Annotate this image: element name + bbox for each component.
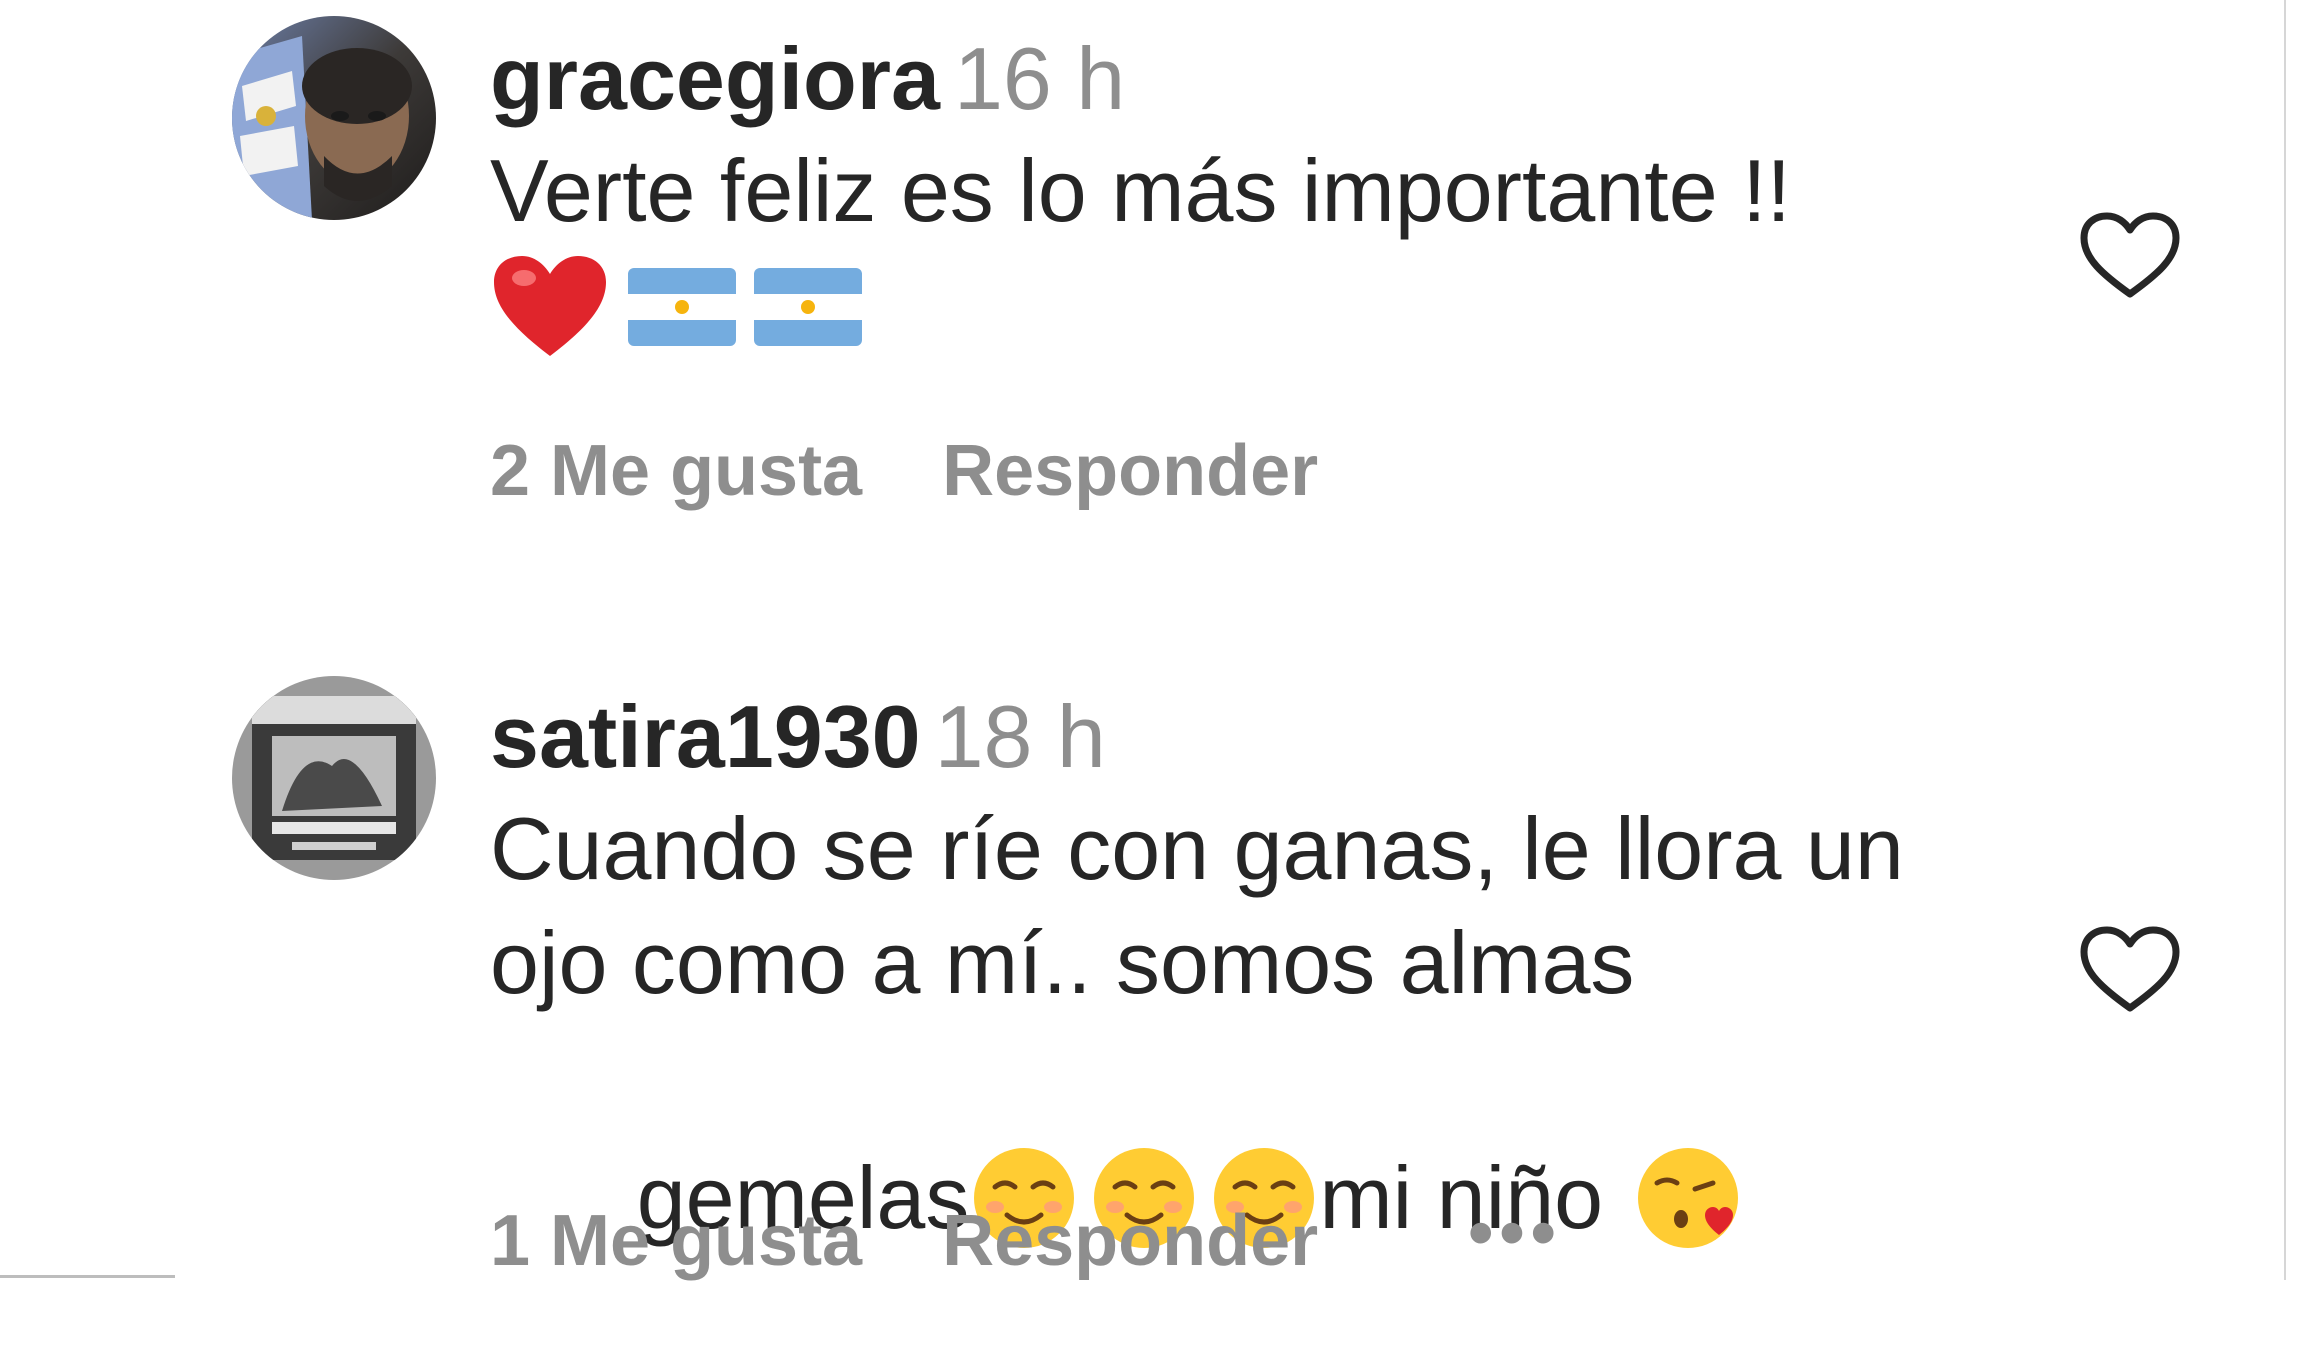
avatar-image xyxy=(232,676,436,880)
red-heart-icon xyxy=(494,256,606,356)
comment-text-line: gemelas mi niño xyxy=(490,1020,2050,1369)
reply-button[interactable]: Responder xyxy=(942,1200,1318,1282)
argentina-flag-icon xyxy=(628,268,736,346)
comment-text-line: Cuando se ríe con ganas, le llora un xyxy=(490,799,1904,898)
comment-header: gracegiora 16 h xyxy=(490,24,2050,134)
avatar[interactable] xyxy=(232,16,436,220)
like-heart-icon[interactable] xyxy=(2078,210,2182,302)
like-heart-icon[interactable] xyxy=(2078,924,2182,1016)
comment-username[interactable]: satira1930 xyxy=(490,687,921,786)
avatar-image xyxy=(232,16,436,220)
comment-actions: 1 Me gusta Responder ••• xyxy=(490,1193,1562,1282)
comment-actions: 2 Me gusta Responder xyxy=(490,430,1318,512)
comment-time[interactable]: 16 h xyxy=(954,29,1125,128)
likes-count-button[interactable]: 1 Me gusta xyxy=(490,1200,862,1282)
argentina-flag-icon xyxy=(754,268,862,346)
more-options-icon[interactable]: ••• xyxy=(1468,1192,1562,1274)
comment-text: Verte feliz es lo más importante !! xyxy=(490,141,1792,240)
kissing-heart-face-icon xyxy=(1638,1147,1739,1248)
comment-header: satira1930 18 h xyxy=(490,682,2050,792)
comment-emojis xyxy=(490,252,2050,362)
right-panel-edge xyxy=(2284,0,2300,1280)
reply-button[interactable]: Responder xyxy=(942,430,1318,512)
bottom-divider xyxy=(0,1275,175,1278)
likes-count-button[interactable]: 2 Me gusta xyxy=(490,430,862,512)
avatar[interactable] xyxy=(232,676,436,880)
comment-username[interactable]: gracegiora xyxy=(490,29,940,128)
comment-time[interactable]: 18 h xyxy=(935,687,1106,786)
comment-text-line: ojo como a mí.. somos almas xyxy=(490,913,1635,1012)
